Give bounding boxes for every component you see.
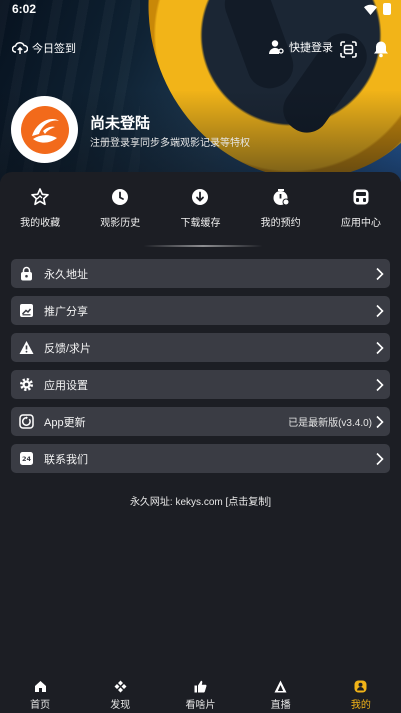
app-logo-icon [20, 105, 69, 154]
bell-icon[interactable] [373, 40, 389, 58]
quick-action-label: 下载缓存 [180, 218, 221, 229]
menu-item-contact-us[interactable]: 24 联系我们 [11, 444, 390, 473]
quick-action-app-center[interactable]: 应用中心 [321, 188, 401, 232]
menu-item-permanent-address[interactable]: 永久地址 [11, 259, 390, 288]
menu-item-label: 联系我们 [44, 453, 88, 466]
chevron-right-icon [376, 267, 384, 280]
home-icon [34, 681, 46, 692]
profile-icon [354, 680, 367, 693]
checkin-button[interactable]: 今日签到 [12, 40, 76, 56]
quick-actions: 我的收藏 观影历史 下载缓存 我的预约 应用中心 [0, 188, 401, 232]
cloud-upload-icon [12, 41, 28, 54]
nav-label: 我的 [350, 700, 371, 711]
update-icon [19, 414, 34, 429]
quick-login-label: 快捷登录 [289, 42, 333, 54]
chevron-right-icon [376, 415, 384, 428]
quick-action-favorites[interactable]: 我的收藏 [0, 188, 80, 232]
menu-item-label: 应用设置 [44, 379, 88, 392]
download-icon [192, 189, 209, 205]
menu-item-label: 反馈/求片 [44, 342, 92, 355]
share-icon [20, 304, 33, 317]
nav-recommend[interactable]: 看啥片 [160, 672, 240, 713]
menu-item-share[interactable]: 推广分享 [11, 296, 390, 325]
chevron-right-icon [376, 378, 384, 391]
nav-live[interactable]: 直播 [241, 672, 321, 713]
nav-discover[interactable]: 发现 [80, 672, 160, 713]
chevron-right-icon [376, 304, 384, 317]
contact-24-icon: 24 [20, 452, 33, 465]
quick-action-label: 我的预约 [260, 218, 301, 229]
nav-profile[interactable]: 我的 [321, 672, 401, 713]
app-center-icon [353, 189, 369, 205]
quick-action-label: 观影历史 [100, 218, 141, 229]
lock-icon [21, 266, 32, 281]
menu-item-app-update[interactable]: App更新 已是最新版(v3.4.0) [11, 407, 390, 436]
quick-action-label: 我的收藏 [20, 218, 61, 229]
menu-item-label: 推广分享 [44, 305, 88, 318]
star-icon [31, 188, 49, 206]
nav-label: 首页 [30, 700, 51, 711]
profile-name[interactable]: 尚未登陆 [90, 112, 150, 133]
status-icons [364, 3, 391, 15]
user-key-icon [268, 40, 284, 54]
divider [143, 245, 263, 247]
live-icon [274, 680, 287, 693]
clock-icon [112, 189, 129, 205]
profile-subtitle: 注册登录享同步多端观影记录等特权 [90, 138, 250, 149]
checkin-label: 今日签到 [32, 43, 76, 55]
scan-icon[interactable] [340, 41, 357, 58]
quick-action-history[interactable]: 观影历史 [80, 188, 160, 232]
nav-label: 看啥片 [185, 700, 216, 711]
nav-home[interactable]: 首页 [0, 672, 80, 713]
avatar[interactable] [11, 96, 78, 163]
nav-label: 直播 [270, 700, 291, 711]
menu-item-app-settings[interactable]: 应用设置 [11, 370, 390, 399]
quick-action-reservations[interactable]: 我的预约 [241, 188, 321, 232]
menu-item-label: App更新 [44, 416, 86, 429]
battery-icon [383, 3, 391, 15]
top-bar: 今日签到 快捷登录 [0, 38, 401, 62]
quick-action-downloads[interactable]: 下载缓存 [160, 188, 240, 232]
menu-item-feedback[interactable]: 反馈/求片 [11, 333, 390, 362]
status-time: 6:02 [12, 2, 37, 16]
thumbs-up-icon [194, 680, 207, 693]
discover-icon [114, 680, 127, 693]
main-panel: 我的收藏 观影历史 下载缓存 我的预约 应用中心 永久地址 推广分享 反馈/求片… [0, 172, 401, 672]
warning-icon [19, 341, 34, 354]
bottom-nav: 首页 发现 看啥片 直播 我的 [0, 672, 401, 713]
reservation-icon [273, 189, 290, 206]
svg-text:24: 24 [22, 455, 32, 463]
wifi-icon [364, 4, 377, 15]
chevron-right-icon [376, 452, 384, 465]
quick-login-button[interactable]: 快捷登录 [268, 39, 333, 55]
nav-label: 发现 [110, 700, 131, 711]
menu-item-label: 永久地址 [44, 268, 88, 281]
quick-action-label: 应用中心 [340, 218, 381, 229]
gear-icon [20, 378, 33, 391]
status-bar: 6:02 [0, 0, 401, 18]
permanent-website-copy-link[interactable]: 永久网址: kekys.com [点击复制] [0, 493, 401, 508]
chevron-right-icon [376, 341, 384, 354]
settings-menu: 永久地址 推广分享 反馈/求片 应用设置 App更新 已是最新版(v3.4.0)… [11, 259, 390, 481]
app-version-status: 已是最新版(v3.4.0) [288, 418, 372, 429]
